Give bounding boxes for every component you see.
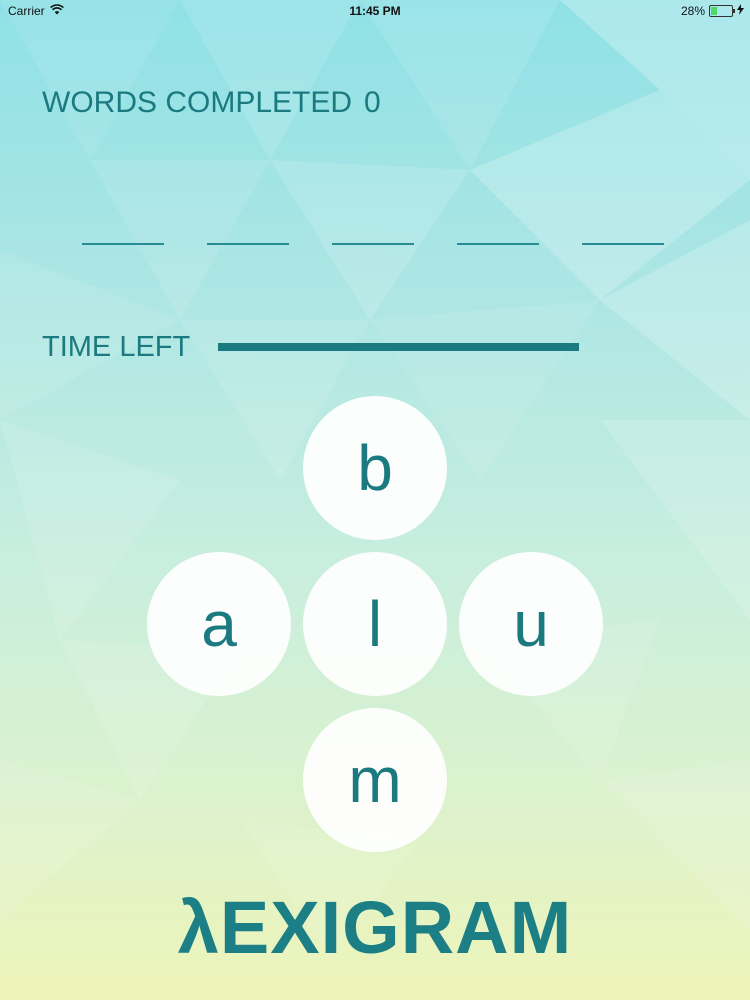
battery-fill	[711, 7, 717, 15]
letter-tile-center[interactable]: l	[303, 552, 447, 696]
word-blanks	[82, 243, 664, 245]
app-logo: λEXIGRAM	[177, 886, 573, 969]
status-time: 11:45 PM	[349, 4, 401, 18]
letter-blank	[207, 243, 289, 245]
letter-tile-left[interactable]: a	[147, 552, 291, 696]
letter-blank	[332, 243, 414, 245]
letter-blank	[457, 243, 539, 245]
battery-icon	[709, 5, 735, 17]
letter-tile-top[interactable]: b	[303, 396, 447, 540]
status-right: 28%	[681, 4, 744, 18]
words-completed: WORDS COMPLETED 0	[42, 86, 381, 120]
words-completed-count: 0	[364, 86, 381, 119]
letter-tile-bottom[interactable]: m	[303, 708, 447, 852]
battery-percent: 28%	[680, 4, 705, 18]
charging-icon	[737, 4, 744, 18]
status-bar: Carrier 11:45 PM 28%	[0, 0, 750, 22]
letter-tile-right[interactable]: u	[459, 552, 603, 696]
letter-blank	[582, 243, 664, 245]
battery-cap	[733, 9, 735, 13]
words-completed-label: WORDS COMPLETED	[42, 86, 353, 119]
letter-blank	[82, 243, 164, 245]
time-left-fill	[218, 343, 579, 351]
time-left-bar	[218, 343, 579, 351]
time-left-label: TIME LEFT	[42, 331, 191, 363]
